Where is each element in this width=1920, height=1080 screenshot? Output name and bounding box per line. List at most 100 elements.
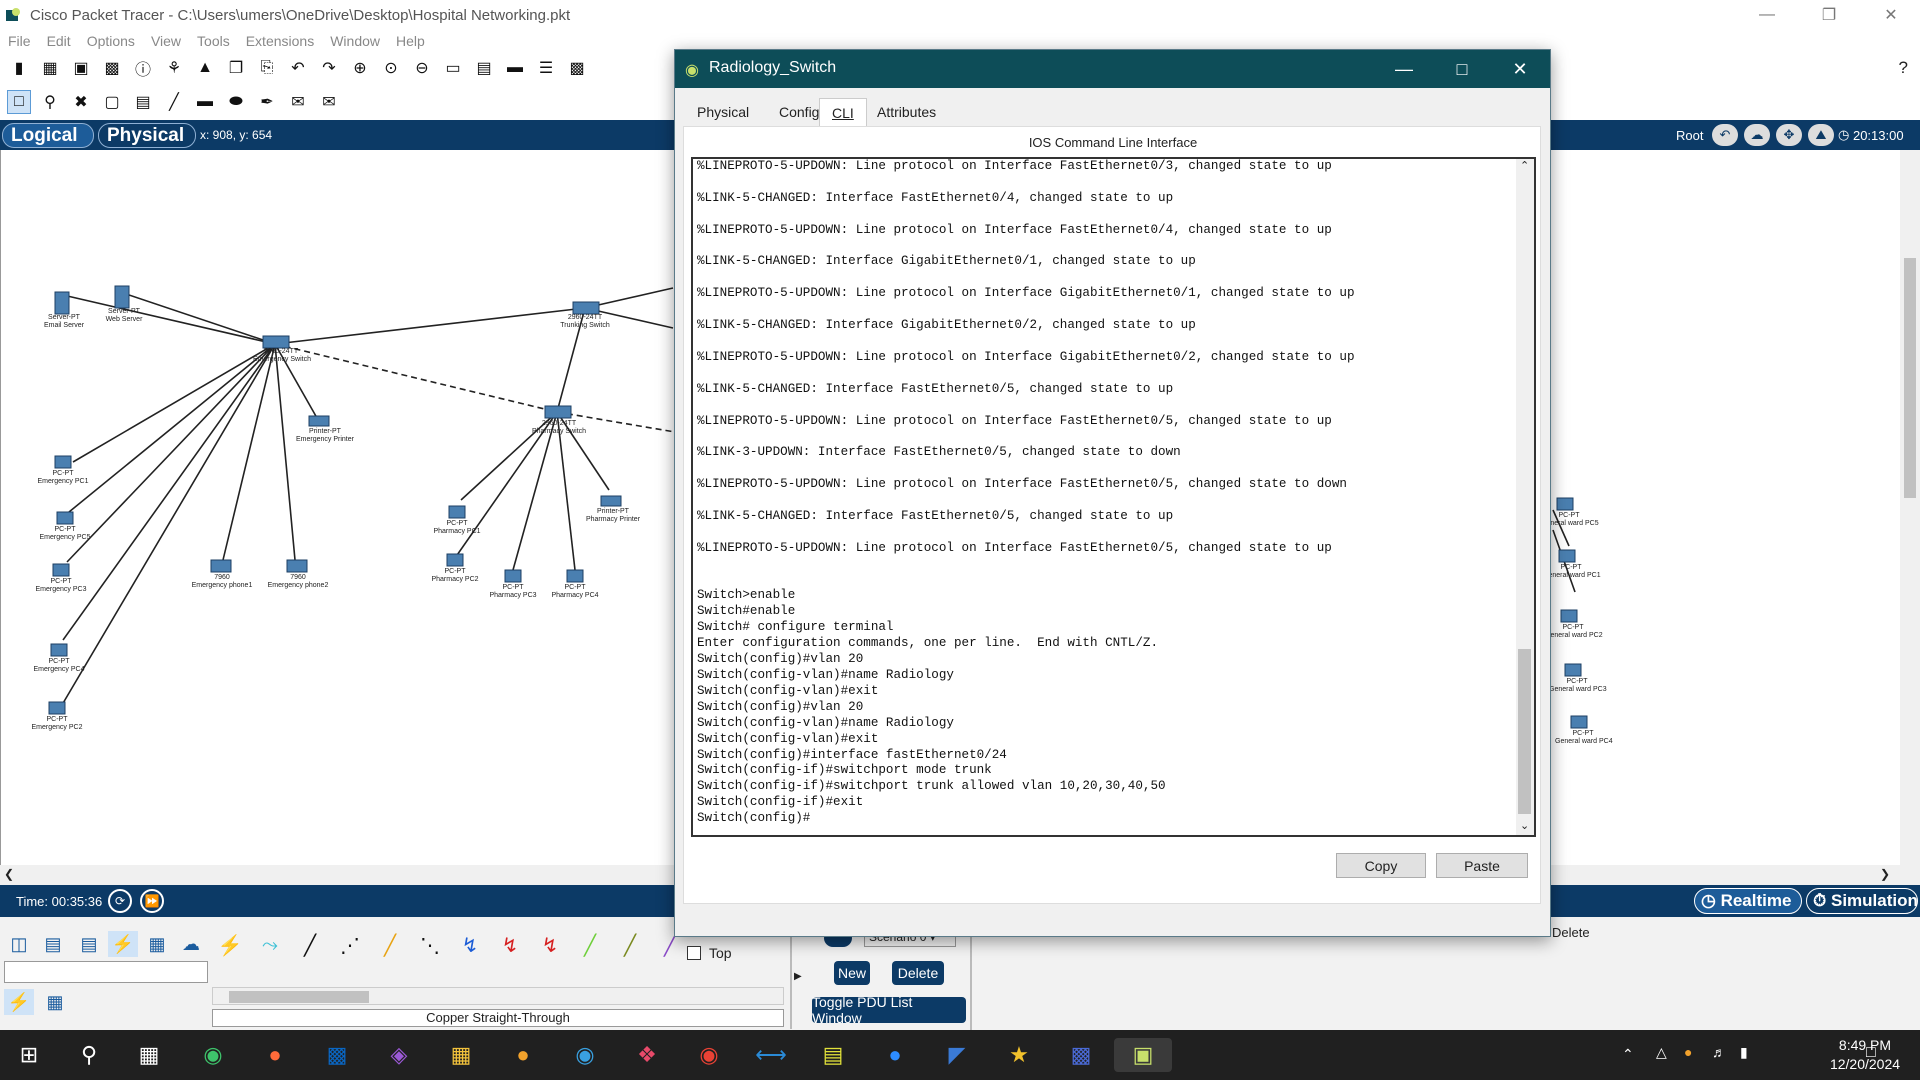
place-note-icon[interactable]: ▤ [132, 91, 154, 113]
tab-attributes[interactable]: Attributes [865, 98, 948, 126]
battery-icon[interactable]: ▮ [1740, 1044, 1748, 1061]
activity-wizard-icon[interactable]: ▲ [194, 57, 216, 79]
close-button[interactable]: ✕ [1862, 0, 1920, 30]
draw-rectangle-icon[interactable]: ▬ [194, 91, 216, 113]
add-complex-pdu-icon[interactable]: ✉ [318, 91, 340, 113]
scroll-right-icon[interactable]: ❯ [1880, 867, 1890, 881]
crossover-cable-icon[interactable]: ⋰ [334, 929, 366, 961]
open-folder-icon[interactable]: ▦ [39, 57, 61, 79]
menu-extensions[interactable]: Extensions [246, 33, 314, 49]
workspace-vertical-scrollbar[interactable] [1900, 150, 1920, 865]
cli-terminal[interactable]: %LINEPROTO-5-UPDOWN: Line protocol on In… [691, 157, 1536, 837]
power-cycle-icon[interactable]: ⟳ [108, 889, 132, 913]
tray-chevron-icon[interactable]: ⌃ [1622, 1046, 1634, 1063]
connections-icon[interactable]: ⚡ [108, 931, 138, 957]
device-search-input[interactable] [4, 961, 208, 983]
search-icon[interactable]: ⚲ [72, 1038, 106, 1072]
cable-list-scrollbar[interactable] [212, 987, 784, 1005]
iot-cable-icon[interactable]: ╱ [614, 929, 646, 961]
task-view-icon[interactable]: ▦ [132, 1038, 166, 1072]
pcloud-icon[interactable]: ● [506, 1038, 540, 1072]
paste-icon[interactable]: ⎘ [256, 57, 278, 79]
menu-file[interactable]: File [8, 33, 31, 49]
wifi-icon[interactable]: △ [1656, 1044, 1667, 1061]
network-devices-icon[interactable]: ◫ [4, 931, 34, 957]
end-devices-icon[interactable]: ▤ [38, 931, 68, 957]
select-icon[interactable]: □ [7, 90, 31, 114]
help-icon[interactable]: ? [1899, 58, 1908, 78]
tab-physical[interactable]: Physical [685, 98, 761, 126]
tab-cli[interactable]: CLI [819, 98, 867, 126]
vscode-icon[interactable]: ⟷ [754, 1038, 788, 1072]
serial-dte-cable-icon[interactable]: ↯ [534, 929, 566, 961]
scroll-up-icon[interactable]: ⌃ [1520, 159, 1529, 172]
menu-tools[interactable]: Tools [197, 33, 230, 49]
dev-cpp-icon[interactable]: ▩ [1064, 1038, 1098, 1072]
restore-button[interactable]: ❐ [1800, 0, 1858, 30]
scroll-down-icon[interactable]: ⌄ [1520, 819, 1529, 832]
menu-help[interactable]: Help [396, 33, 425, 49]
copilot-icon[interactable]: ❖ [630, 1038, 664, 1072]
delete-icon[interactable]: ✖ [70, 91, 92, 113]
paste-button[interactable]: Paste [1436, 853, 1528, 878]
misc-icon[interactable]: ▦ [142, 931, 172, 957]
menu-edit[interactable]: Edit [47, 33, 71, 49]
move-object-icon[interactable]: ✥ [1776, 124, 1802, 146]
info-icon[interactable]: ⓘ [132, 57, 154, 79]
dialog-title-bar[interactable]: ◉ Radiology_Switch — □ ✕ [675, 50, 1550, 88]
new-scenario-button[interactable]: New [834, 961, 870, 985]
dialog-close-button[interactable]: ✕ [1491, 50, 1549, 88]
notifications-icon[interactable]: □ [1866, 1044, 1876, 1062]
custom-devices-icon[interactable]: ▤ [473, 57, 495, 79]
draw-ellipse-icon[interactable]: ⬬ [225, 91, 247, 113]
straight-through-cable-icon[interactable]: ╱ [294, 929, 326, 961]
inspect-icon[interactable]: ⚲ [39, 91, 61, 113]
print-icon[interactable]: ▩ [101, 57, 123, 79]
simulation-mode-button[interactable]: ⏱ Simulation [1806, 888, 1918, 914]
coaxial-cable-icon[interactable]: ↯ [454, 929, 486, 961]
terminal-scrollbar[interactable]: ⌃ ⌄ [1516, 159, 1534, 835]
freeform-icon[interactable]: ✒ [256, 91, 278, 113]
cluster-cloud-icon[interactable]: ☁ [1744, 124, 1770, 146]
zoom-reset-icon[interactable]: ⊙ [380, 57, 402, 79]
resize-shape-icon[interactable]: ▢ [101, 91, 123, 113]
auto-connect-cable-icon[interactable]: ⚡ [214, 929, 246, 961]
zoom-in-icon[interactable]: ⊕ [349, 57, 371, 79]
menu-window[interactable]: Window [330, 33, 380, 49]
weather-icon[interactable]: ● [1684, 1044, 1692, 1060]
add-simple-pdu-icon[interactable]: ✉ [287, 91, 309, 113]
file-explorer-icon[interactable]: ▦ [444, 1038, 478, 1072]
components-icon[interactable]: ▤ [74, 931, 104, 957]
linkedin-icon[interactable]: ▩ [320, 1038, 354, 1072]
logical-view-tab[interactable]: Logical [2, 123, 94, 148]
console-cable-icon[interactable]: ⤳ [254, 929, 286, 961]
copy-button[interactable]: Copy [1336, 853, 1426, 878]
volume-icon[interactable]: ♬ [1712, 1044, 1726, 1060]
fast-forward-icon[interactable]: ⏩ [140, 889, 164, 913]
physical-view-tab[interactable]: Physical [98, 123, 196, 148]
windows-start-icon[interactable]: ⊞ [12, 1038, 46, 1072]
grid-icon[interactable]: ▦ [40, 989, 70, 1015]
copy-icon[interactable]: ❐ [225, 57, 247, 79]
network-info-icon[interactable]: ⚘ [163, 57, 185, 79]
notes-app-icon[interactable]: ▤ [816, 1038, 850, 1072]
set-background-icon[interactable]: ⛰ [1808, 124, 1834, 146]
serial-dce-cable-icon[interactable]: ↯ [494, 929, 526, 961]
chrome-icon[interactable]: ◉ [692, 1038, 726, 1072]
toggle-pdu-list-button[interactable]: Toggle PDU List Window [812, 994, 966, 1026]
pdu-icon[interactable]: ▩ [566, 57, 588, 79]
dialog-minimize-button[interactable]: — [1375, 50, 1433, 88]
menu-view[interactable]: View [151, 33, 181, 49]
undo-icon[interactable]: ↶ [287, 57, 309, 79]
redo-icon[interactable]: ↷ [318, 57, 340, 79]
dialog-maximize-button[interactable]: □ [1433, 50, 1491, 88]
multiuser-icon[interactable]: ☁ [176, 931, 206, 957]
draw-line-icon[interactable]: ╱ [163, 91, 185, 113]
drawing-palette-icon[interactable]: ▭ [442, 57, 464, 79]
collapse-arrow-icon[interactable]: ▶ [794, 971, 802, 982]
realtime-mode-button[interactable]: ◷ Realtime [1694, 888, 1802, 914]
star-app-icon[interactable]: ★ [1002, 1038, 1036, 1072]
zoom-icon[interactable]: ● [878, 1038, 912, 1072]
save-icon[interactable]: ▣ [70, 57, 92, 79]
browser-app-icon[interactable]: ◤ [940, 1038, 974, 1072]
